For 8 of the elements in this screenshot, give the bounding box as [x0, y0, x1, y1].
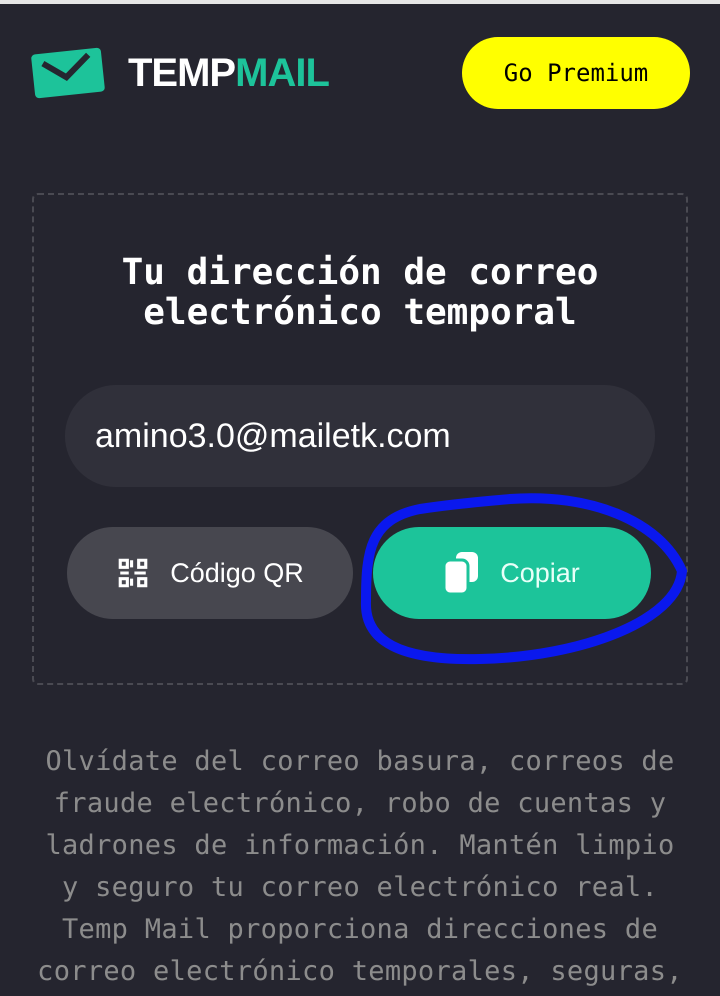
qr-code-icon	[116, 556, 150, 590]
go-premium-button[interactable]: Go Premium	[462, 37, 690, 109]
copy-icon	[444, 552, 480, 594]
email-address-field[interactable]: amino3.0@mailetk.com	[65, 385, 655, 487]
card-title: Tu dirección de correo electrónico temporal	[120, 253, 600, 333]
description-paragraph: Olvídate del correo basura, correos de fraude electrónico, robo de cuentas y ladrones de información. Mantén limpio y seguro tu correo electrónico real. Temp Mail proporciona direcciones de correo electrónico temporales, seguras,	[36, 745, 684, 989]
tempmail-wordmark: TEMPMAIL	[128, 53, 329, 93]
qr-code-button[interactable]: Código QR	[67, 527, 353, 619]
